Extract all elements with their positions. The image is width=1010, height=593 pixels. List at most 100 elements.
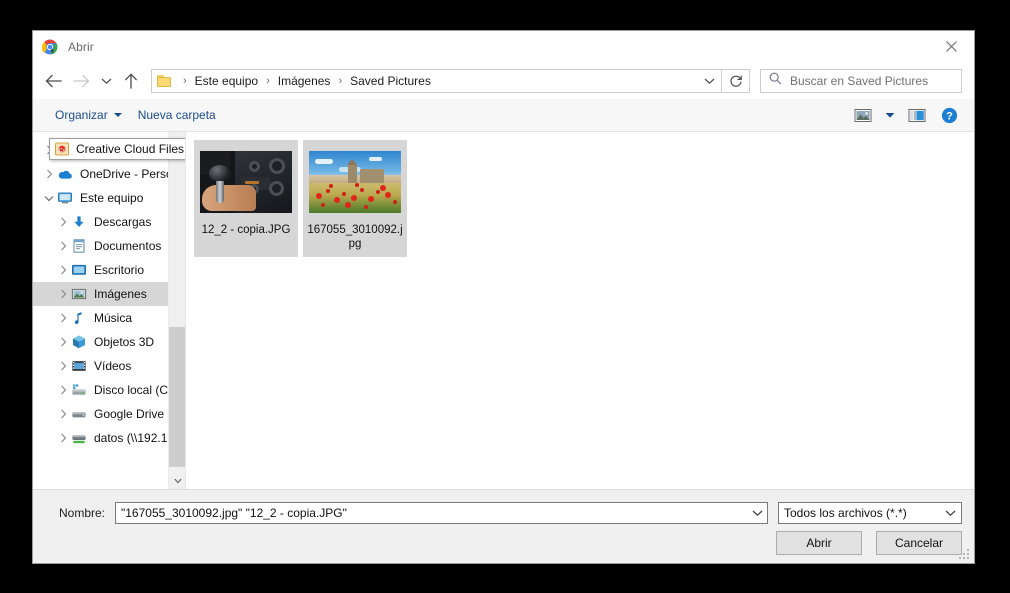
file-thumbnail xyxy=(307,146,403,218)
pictures-icon xyxy=(71,286,87,302)
sidebar-item-descargas[interactable]: Descargas xyxy=(33,210,168,234)
sidebar-item-label: Escritorio xyxy=(94,263,145,277)
sidebar-item-label: Google Drive (G: xyxy=(94,407,168,421)
organize-label: Organizar xyxy=(55,108,108,122)
sidebar-item-documentos[interactable]: Documentos xyxy=(33,234,168,258)
breadcrumb-item-2[interactable]: Saved Pictures xyxy=(349,74,432,88)
forward-arrow-icon xyxy=(67,66,95,96)
dialog-button-row: Abrir Cancelar xyxy=(33,524,974,555)
chevron-right-icon[interactable] xyxy=(55,385,71,395)
file-thumbnail xyxy=(198,146,294,218)
svg-text:?: ? xyxy=(946,110,953,122)
chevron-right-icon[interactable] xyxy=(55,361,71,371)
sidebar-item-label: Este equipo xyxy=(80,191,144,205)
address-dropdown-chevron-icon[interactable] xyxy=(697,70,721,92)
sidebar-item-disco-local-c[interactable]: Disco local (C:) xyxy=(33,378,168,402)
chevron-down-icon[interactable] xyxy=(41,195,57,202)
sidebar-item-musica[interactable]: Música xyxy=(33,306,168,330)
file-type-filter-value: Todos los archivos (*.*) xyxy=(784,506,907,520)
navigation-pane: Cc Creative Cloud Files OneDrive - Perso… xyxy=(33,132,185,489)
sidebar-item-label: Descargas xyxy=(94,215,152,229)
svg-text:Cc: Cc xyxy=(59,148,66,154)
sidebar-item-label: Objetos 3D xyxy=(94,335,155,349)
folder-icon xyxy=(157,74,174,88)
file-name-row: Nombre: "167055_3010092.jpg" "12_2 - cop… xyxy=(33,490,974,524)
sidebar-item-tooltip: Cc Creative Cloud Files xyxy=(49,138,185,160)
file-name-label: 12_2 - copia.JPG xyxy=(201,224,291,236)
up-arrow-icon[interactable] xyxy=(117,66,145,96)
chevron-right-icon[interactable] xyxy=(55,289,71,299)
chrome-icon xyxy=(41,39,58,55)
documents-icon xyxy=(71,238,87,254)
drive-icon xyxy=(71,406,87,422)
poppy-field-town-thumbnail xyxy=(309,151,401,213)
open-button[interactable]: Abrir xyxy=(776,531,862,555)
navigation-bar: › Este equipo › Imágenes › Saved Picture… xyxy=(33,63,974,99)
sidebar-item-label: OneDrive - Person xyxy=(80,167,168,181)
recent-locations-chevron-icon[interactable] xyxy=(95,66,117,96)
preview-pane-icon[interactable] xyxy=(902,102,932,128)
file-name-value: "167055_3010092.jpg" "12_2 - copia.JPG" xyxy=(121,506,347,520)
back-arrow-icon[interactable] xyxy=(39,66,67,96)
dialog-body: Cc Creative Cloud Files OneDrive - Perso… xyxy=(33,132,974,489)
refresh-icon[interactable] xyxy=(722,69,750,93)
command-bar-right-group: ? xyxy=(848,102,964,128)
search-input[interactable]: Buscar en Saved Pictures xyxy=(760,69,962,93)
close-icon[interactable] xyxy=(928,31,974,62)
3d-objects-icon xyxy=(71,334,87,350)
sidebar-item-imagenes[interactable]: Imágenes xyxy=(33,282,168,306)
scroll-down-arrow-icon[interactable] xyxy=(169,472,185,489)
chevron-right-icon[interactable] xyxy=(55,217,71,227)
sidebar-item-google-drive-g[interactable]: Google Drive (G: xyxy=(33,402,168,426)
chevron-down-icon[interactable] xyxy=(945,503,956,523)
sidebar-item-este-equipo[interactable]: Este equipo xyxy=(33,186,168,210)
chevron-right-icon[interactable] xyxy=(55,265,71,275)
new-folder-label: Nueva carpeta xyxy=(137,108,216,122)
sidebar-scrollbar[interactable] xyxy=(168,132,185,489)
sidebar-item-label: Documentos xyxy=(94,239,162,253)
chevron-right-icon[interactable] xyxy=(55,337,71,347)
resize-grip[interactable] xyxy=(959,549,971,561)
file-type-filter-select[interactable]: Todos los archivos (*.*) xyxy=(778,502,962,524)
chevron-right-icon[interactable] xyxy=(55,433,71,443)
onedrive-icon xyxy=(57,166,73,182)
chevron-down-icon xyxy=(113,113,122,117)
new-folder-button[interactable]: Nueva carpeta xyxy=(130,104,224,126)
videos-icon xyxy=(71,358,87,374)
chevron-right-icon[interactable] xyxy=(41,169,57,179)
sidebar-item-objetos-3d[interactable]: Objetos 3D xyxy=(33,330,168,354)
file-list-pane[interactable]: 12_2 - copia.JPG 167055_3010092.jpg xyxy=(185,132,974,489)
address-bar[interactable]: › Este equipo › Imágenes › Saved Picture… xyxy=(151,69,722,93)
sidebar-scrollbar-thumb[interactable] xyxy=(169,327,185,467)
breadcrumb-item-1[interactable]: Imágenes xyxy=(277,74,332,88)
sidebar-item-label: Música xyxy=(94,311,133,325)
view-dropdown-chevron-icon[interactable] xyxy=(880,102,900,128)
chevron-right-icon[interactable] xyxy=(55,409,71,419)
command-bar: Organizar Nueva carpeta ? xyxy=(33,99,974,132)
breadcrumb-separator: › xyxy=(266,74,270,87)
sidebar-item-label: datos (\\192.168 xyxy=(94,431,168,445)
chevron-right-icon[interactable] xyxy=(55,313,71,323)
sidebar-item-datos-network[interactable]: datos (\\192.168 xyxy=(33,426,168,450)
tooltip-label: Creative Cloud Files xyxy=(76,142,185,156)
sidebar-item-videos[interactable]: Vídeos xyxy=(33,354,168,378)
sidebar-item-label: Disco local (C:) xyxy=(94,383,168,397)
chevron-right-icon[interactable] xyxy=(55,241,71,251)
window-title: Abrir xyxy=(68,40,94,54)
help-icon[interactable]: ? xyxy=(934,102,964,128)
breadcrumb: › Este equipo › Imágenes › Saved Picture… xyxy=(152,74,697,88)
search-icon xyxy=(769,72,782,90)
file-name-input[interactable]: "167055_3010092.jpg" "12_2 - copia.JPG" xyxy=(115,502,768,524)
view-layout-icon[interactable] xyxy=(848,102,878,128)
chevron-down-icon[interactable] xyxy=(752,503,763,523)
search-placeholder: Buscar en Saved Pictures xyxy=(790,74,929,88)
organize-button[interactable]: Organizar xyxy=(47,104,130,126)
file-item[interactable]: 12_2 - copia.JPG xyxy=(194,140,298,257)
network-drive-icon xyxy=(71,430,87,446)
breadcrumb-item-0[interactable]: Este equipo xyxy=(194,74,259,88)
file-item[interactable]: 167055_3010092.jpg xyxy=(303,140,407,257)
cancel-button[interactable]: Cancelar xyxy=(876,531,962,555)
sidebar-item-onedrive[interactable]: OneDrive - Person xyxy=(33,162,168,186)
sidebar-item-escritorio[interactable]: Escritorio xyxy=(33,258,168,282)
screen: Abrir › Este equipo › Imágenes › Saved P… xyxy=(0,0,1010,593)
